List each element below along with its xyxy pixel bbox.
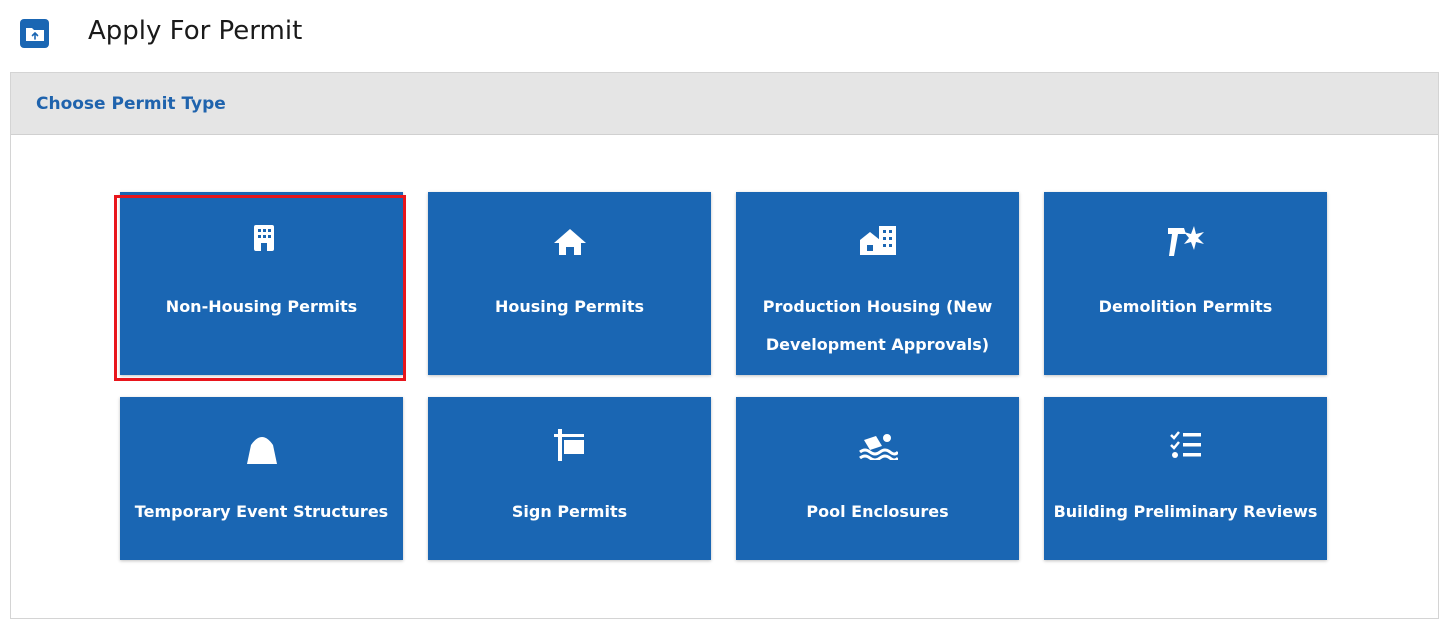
tile-pool-enclosures[interactable] bbox=[736, 397, 1019, 560]
tile-label: Non-Housing Permits bbox=[165, 297, 358, 316]
panel-header: Choose Permit Type bbox=[11, 73, 1438, 135]
tile-sign-permits[interactable] bbox=[428, 397, 711, 560]
page-header: Apply For Permit bbox=[0, 0, 1446, 62]
folder-upload-icon bbox=[20, 19, 49, 48]
page-title: Apply For Permit bbox=[88, 16, 303, 46]
tile-label: Pool Enclosures bbox=[806, 502, 949, 521]
tile-label: Temporary Event Structures bbox=[134, 502, 389, 521]
tent-icon bbox=[243, 433, 281, 469]
sign-post-icon bbox=[553, 428, 587, 466]
tile-housing-permits[interactable] bbox=[428, 192, 711, 375]
tile-label: Sign Permits bbox=[511, 502, 628, 521]
checklist-icon bbox=[1169, 430, 1203, 464]
tile-label: Building Preliminary Reviews bbox=[1053, 502, 1318, 521]
tile-label: Housing Permits bbox=[495, 297, 644, 316]
tile-label: Demolition Permits bbox=[1098, 297, 1273, 316]
house-icon bbox=[553, 228, 587, 260]
office-building-icon bbox=[253, 224, 275, 256]
tile-demolition-permits[interactable] bbox=[1044, 192, 1327, 375]
hammer-impact-icon bbox=[1166, 224, 1206, 262]
tile-label: Production Housing (New Development Appr… bbox=[762, 297, 993, 354]
tile-temporary-event-structures[interactable] bbox=[120, 397, 403, 560]
panel-title: Choose Permit Type bbox=[36, 94, 226, 114]
swimmer-icon bbox=[858, 432, 900, 464]
tile-non-housing-permits[interactable] bbox=[120, 192, 403, 375]
home-city-icon bbox=[859, 224, 897, 260]
tile-building-preliminary-reviews[interactable] bbox=[1044, 397, 1327, 560]
